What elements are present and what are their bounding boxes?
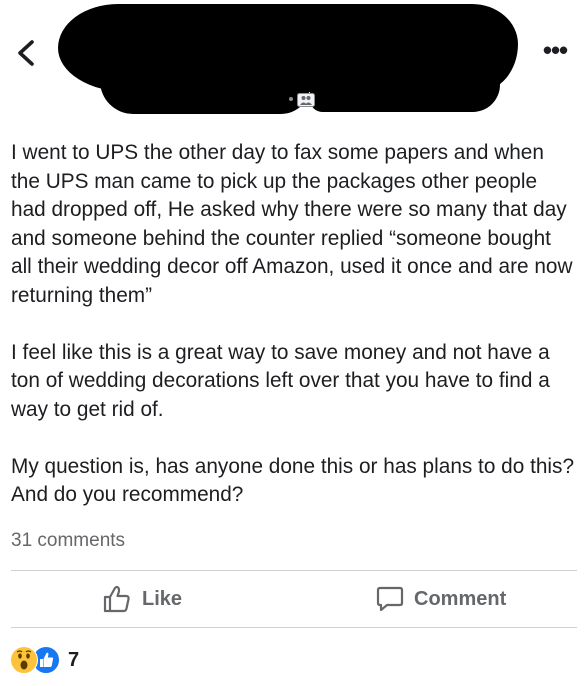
meta-separator-dot xyxy=(289,97,293,101)
action-bar: Like Comment xyxy=(0,571,584,627)
divider xyxy=(11,627,577,628)
like-button[interactable]: Like xyxy=(102,571,182,627)
redaction-mark xyxy=(100,52,310,114)
more-dots-icon: ••• xyxy=(542,35,568,65)
post-body: I went to UPS the other day to fax some … xyxy=(11,139,577,510)
more-options-button[interactable]: ••• xyxy=(538,37,572,63)
comment-bubble-icon xyxy=(376,586,404,612)
friends-icon xyxy=(297,93,315,107)
comments-count-link[interactable]: 31 comments xyxy=(11,530,125,552)
reactions-summary[interactable]: 7 xyxy=(10,646,79,674)
comment-button[interactable]: Comment xyxy=(376,571,506,627)
post-paragraph: My question is, has anyone done this or … xyxy=(11,454,575,507)
back-button[interactable] xyxy=(12,38,40,68)
post-paragraph: I went to UPS the other day to fax some … xyxy=(11,141,573,307)
thumbs-up-icon xyxy=(103,585,130,613)
wow-icon xyxy=(10,646,38,674)
redaction-mark xyxy=(310,60,500,112)
post-header: ••• xyxy=(0,0,584,125)
chevron-left-icon xyxy=(18,40,34,66)
comment-label: Comment xyxy=(414,587,507,610)
reaction-count: 7 xyxy=(68,648,80,671)
post-paragraph: I feel like this is a great way to save … xyxy=(11,340,550,421)
like-label: Like xyxy=(142,587,183,610)
